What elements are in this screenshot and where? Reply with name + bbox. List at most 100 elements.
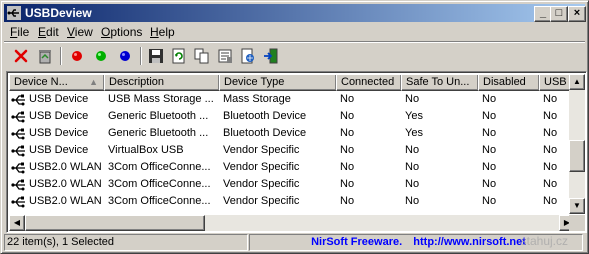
table-cell: No xyxy=(405,195,420,207)
html-report-icon xyxy=(241,48,254,64)
menu-options-label: ptions xyxy=(110,25,143,39)
table-cell: USB2.0 WLAN xyxy=(29,178,101,190)
menu-help[interactable]: Help xyxy=(150,25,175,39)
menu-help-label: elp xyxy=(158,25,175,39)
table-cell: Vendor Specific xyxy=(223,195,300,207)
table-cell: No xyxy=(340,110,355,122)
usb-device-icon xyxy=(11,128,25,140)
usb-device-icon xyxy=(11,94,25,106)
nirsoft-url-link[interactable]: http://www.nirsoft.net xyxy=(413,236,526,248)
properties-button[interactable] xyxy=(214,45,236,67)
menu-view-label: iew xyxy=(74,25,93,39)
column-device-type[interactable]: Device Type xyxy=(219,74,337,91)
table-cell: USB Device xyxy=(29,144,89,156)
copy-button[interactable] xyxy=(191,45,213,67)
table-row[interactable]: USB Device USB Mass Storage ... Mass Stora… xyxy=(9,91,575,108)
table-cell: No xyxy=(482,195,497,207)
close-button[interactable]: × xyxy=(568,6,586,22)
copy-icon xyxy=(194,48,209,64)
table-cell: VirtualBox USB xyxy=(108,144,184,156)
table-cell: No xyxy=(340,93,355,105)
table-cell: No xyxy=(340,161,355,173)
table-cell: No xyxy=(482,144,497,156)
table-cell: Generic Bluetooth ... xyxy=(108,110,209,122)
usb-device-icon xyxy=(11,111,25,123)
menu-edit[interactable]: Edit xyxy=(38,25,59,39)
toolbar-separator xyxy=(140,47,142,65)
column-device-name[interactable]: Device N... ▲ xyxy=(9,74,105,91)
table-cell: USB Device xyxy=(29,110,89,122)
status-item-count: 22 item(s), 1 Selected xyxy=(4,234,248,251)
watermark: stahuj.cz xyxy=(520,234,568,248)
table-cell: USB2.0 WLAN xyxy=(29,195,101,207)
menu-separator xyxy=(4,41,585,43)
table-cell: USB Device xyxy=(29,93,89,105)
column-safe-to-unplug[interactable]: Safe To Un... xyxy=(401,74,479,91)
table-cell: Yes xyxy=(405,127,423,139)
table-cell: No xyxy=(340,178,355,190)
title-bar[interactable]: USBDeview _ □ × xyxy=(4,4,586,22)
table-cell: No xyxy=(405,161,420,173)
uninstall-icon xyxy=(39,50,51,64)
table-row[interactable]: USB Device Generic Bluetooth ... Bluetooth… xyxy=(9,125,575,142)
status-bar: 22 item(s), 1 Selected NirSoft Freeware.… xyxy=(4,234,585,251)
scroll-up-button[interactable]: ▲ xyxy=(569,74,585,90)
scroll-left-button[interactable]: ◀ xyxy=(9,215,25,231)
menu-view[interactable]: View xyxy=(67,25,93,39)
green-led-icon xyxy=(96,51,106,61)
menu-options-accel: O xyxy=(101,25,111,39)
vertical-scrollbar[interactable]: ▲ ▼ xyxy=(569,74,585,214)
table-cell: USB2.0 WLAN xyxy=(29,161,101,173)
window-title: USBDeview xyxy=(25,6,92,20)
table-row[interactable]: USB2.0 WLAN 3Com OfficeConne... Vendor Spe… xyxy=(9,193,575,210)
table-cell: No xyxy=(405,144,420,156)
usb-device-icon xyxy=(11,196,25,208)
table-cell: No xyxy=(482,93,497,105)
disconnect-icon xyxy=(14,49,28,63)
table-cell: No xyxy=(482,110,497,122)
uninstall-button[interactable] xyxy=(34,45,56,67)
nirsoft-link[interactable]: NirSoft Freeware. xyxy=(311,236,402,248)
column-description[interactable]: Description xyxy=(104,74,220,91)
table-row[interactable]: USB Device Generic Bluetooth ... Bluetooth… xyxy=(9,108,575,125)
refresh-button[interactable] xyxy=(168,45,190,67)
table-cell: Bluetooth Device xyxy=(223,110,307,122)
usb-app-icon xyxy=(7,6,21,20)
table-cell: No xyxy=(482,178,497,190)
refresh-icon xyxy=(172,48,185,64)
disconnect-button[interactable] xyxy=(10,45,32,67)
table-row[interactable]: USB2.0 WLAN 3Com OfficeConne... Vendor Spe… xyxy=(9,176,575,193)
table-row[interactable]: USB2.0 WLAN 3Com OfficeConne... Vendor Spe… xyxy=(9,159,575,176)
scrollbar-corner xyxy=(569,215,585,231)
list-header: Device N... ▲ Description Device Type Co… xyxy=(9,74,585,91)
table-cell: Vendor Specific xyxy=(223,178,300,190)
horizontal-scrollbar[interactable]: ◀ ▶ xyxy=(9,215,575,231)
table-cell: No xyxy=(340,195,355,207)
toolbar-separator xyxy=(60,47,62,65)
menu-options[interactable]: Options xyxy=(101,25,142,39)
device-list[interactable]: Device N... ▲ Description Device Type Co… xyxy=(6,71,587,233)
red-led-button[interactable] xyxy=(66,45,88,67)
menu-help-accel: H xyxy=(150,25,159,39)
table-cell: USB Mass Storage ... xyxy=(108,93,214,105)
horizontal-scroll-thumb[interactable] xyxy=(25,215,205,231)
column-connected[interactable]: Connected xyxy=(336,74,402,91)
table-row[interactable]: USB Device VirtualBox USB Vendor Specific N… xyxy=(9,142,575,159)
blue-led-icon xyxy=(120,51,130,61)
column-disabled[interactable]: Disabled xyxy=(478,74,540,91)
exit-button[interactable] xyxy=(260,45,282,67)
vertical-scroll-thumb[interactable] xyxy=(569,140,585,172)
menu-file[interactable]: File xyxy=(10,25,29,39)
usb-device-icon xyxy=(11,145,25,157)
sort-asc-icon: ▲ xyxy=(89,77,98,87)
scroll-down-button[interactable]: ▼ xyxy=(569,198,585,214)
blue-led-button[interactable] xyxy=(114,45,136,67)
properties-icon xyxy=(218,49,232,63)
save-button[interactable] xyxy=(145,45,167,67)
usb-device-icon xyxy=(11,179,25,191)
html-report-button[interactable] xyxy=(237,45,259,67)
usb-device-icon xyxy=(11,162,25,174)
table-cell: No xyxy=(340,144,355,156)
maximize-button[interactable]: □ xyxy=(550,6,568,22)
green-led-button[interactable] xyxy=(90,45,112,67)
